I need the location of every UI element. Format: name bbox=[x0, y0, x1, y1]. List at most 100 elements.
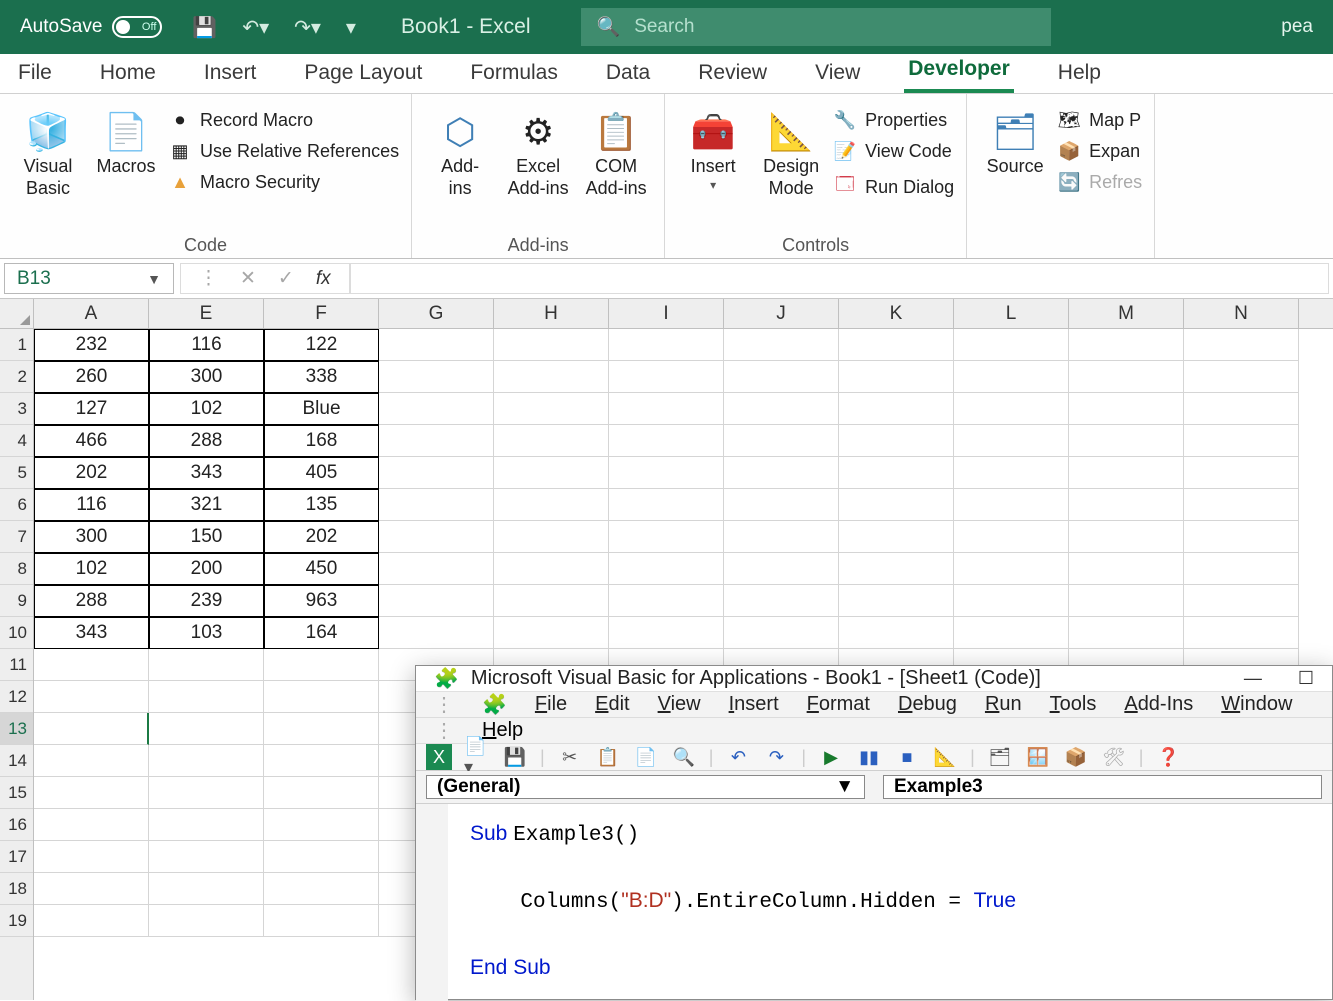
cell[interactable] bbox=[839, 617, 954, 649]
cell[interactable] bbox=[1069, 329, 1184, 361]
cell[interactable] bbox=[34, 809, 149, 841]
cell[interactable] bbox=[954, 585, 1069, 617]
row-header[interactable]: 14 bbox=[0, 745, 33, 777]
cell[interactable]: 102 bbox=[149, 393, 264, 425]
cell[interactable] bbox=[954, 361, 1069, 393]
cell[interactable] bbox=[379, 521, 494, 553]
row-header[interactable]: 2 bbox=[0, 361, 33, 393]
help-icon[interactable]: ❓ bbox=[1155, 744, 1181, 770]
column-header[interactable]: M bbox=[1069, 299, 1184, 328]
row-header[interactable]: 19 bbox=[0, 905, 33, 937]
cell[interactable]: 127 bbox=[34, 393, 149, 425]
cell[interactable] bbox=[1069, 361, 1184, 393]
cell[interactable] bbox=[264, 905, 379, 937]
cell[interactable] bbox=[1184, 393, 1299, 425]
cell[interactable] bbox=[839, 553, 954, 585]
excel-addins-button[interactable]: ⚙ExcelAdd-ins bbox=[502, 104, 574, 199]
cell[interactable] bbox=[34, 713, 149, 745]
cancel-icon[interactable]: ✕ bbox=[240, 267, 256, 290]
fx-icon[interactable]: fx bbox=[316, 268, 331, 290]
cell[interactable] bbox=[1184, 553, 1299, 585]
map-properties-button[interactable]: 🗺Map P bbox=[1057, 110, 1141, 131]
cell[interactable]: Blue bbox=[264, 393, 379, 425]
cell[interactable] bbox=[34, 841, 149, 873]
cell[interactable] bbox=[1069, 585, 1184, 617]
cell[interactable] bbox=[954, 489, 1069, 521]
cell[interactable] bbox=[724, 521, 839, 553]
vba-menu-edit[interactable]: Edit bbox=[595, 693, 629, 716]
cell[interactable] bbox=[494, 553, 609, 585]
tab-insert[interactable]: Insert bbox=[200, 55, 261, 93]
cell[interactable]: 232 bbox=[34, 329, 149, 361]
cell[interactable]: 239 bbox=[149, 585, 264, 617]
cell[interactable] bbox=[1069, 457, 1184, 489]
cell[interactable] bbox=[839, 361, 954, 393]
cell[interactable] bbox=[954, 329, 1069, 361]
tab-home[interactable]: Home bbox=[96, 55, 160, 93]
cell[interactable] bbox=[609, 425, 724, 457]
cell[interactable] bbox=[494, 361, 609, 393]
name-box[interactable]: B13 ▼ bbox=[4, 263, 174, 294]
run-icon[interactable]: ▶ bbox=[818, 744, 844, 770]
code-editor[interactable]: Sub Example3() Columns("B:D").EntireColu… bbox=[416, 804, 1332, 1001]
column-header[interactable]: G bbox=[379, 299, 494, 328]
cell[interactable] bbox=[839, 521, 954, 553]
paste-icon[interactable]: 📄 bbox=[633, 744, 659, 770]
cell[interactable]: 260 bbox=[34, 361, 149, 393]
row-header[interactable]: 10 bbox=[0, 617, 33, 649]
cell[interactable] bbox=[609, 585, 724, 617]
cell[interactable] bbox=[609, 521, 724, 553]
cell[interactable] bbox=[494, 329, 609, 361]
cell[interactable] bbox=[609, 553, 724, 585]
vba-titlebar[interactable]: 🧩 Microsoft Visual Basic for Application… bbox=[416, 666, 1332, 692]
cell[interactable] bbox=[264, 713, 379, 745]
vba-menu-file[interactable]: File bbox=[535, 693, 567, 716]
cell[interactable] bbox=[724, 489, 839, 521]
cell[interactable] bbox=[1184, 489, 1299, 521]
cell[interactable] bbox=[724, 329, 839, 361]
cell[interactable] bbox=[839, 329, 954, 361]
row-header[interactable]: 18 bbox=[0, 873, 33, 905]
chevron-down-icon[interactable]: ▼ bbox=[147, 271, 161, 287]
view-code-button[interactable]: 📝View Code bbox=[833, 141, 952, 162]
row-header[interactable]: 5 bbox=[0, 457, 33, 489]
cell[interactable] bbox=[494, 457, 609, 489]
cell[interactable] bbox=[149, 745, 264, 777]
cell[interactable] bbox=[1184, 329, 1299, 361]
column-header[interactable]: F bbox=[264, 299, 379, 328]
com-addins-button[interactable]: 📋COMAdd-ins bbox=[580, 104, 652, 199]
cell[interactable] bbox=[34, 873, 149, 905]
find-icon[interactable]: 🔍 bbox=[671, 744, 697, 770]
cell[interactable] bbox=[264, 873, 379, 905]
cell[interactable]: 116 bbox=[34, 489, 149, 521]
cell[interactable] bbox=[609, 617, 724, 649]
cell[interactable]: 164 bbox=[264, 617, 379, 649]
cell[interactable] bbox=[839, 489, 954, 521]
macros-button[interactable]: 📄 Macros bbox=[90, 104, 162, 178]
cell[interactable] bbox=[264, 809, 379, 841]
cell[interactable] bbox=[1069, 617, 1184, 649]
addins-button[interactable]: ⬡Add-ins bbox=[424, 104, 496, 199]
cell[interactable] bbox=[609, 489, 724, 521]
cell[interactable] bbox=[1184, 585, 1299, 617]
cell[interactable] bbox=[379, 489, 494, 521]
cell[interactable] bbox=[839, 457, 954, 489]
cell[interactable] bbox=[149, 841, 264, 873]
undo-icon[interactable]: ↶ bbox=[725, 744, 751, 770]
cell[interactable] bbox=[379, 393, 494, 425]
redo-icon[interactable]: ↷ bbox=[763, 744, 789, 770]
properties-window-icon[interactable]: 🪟 bbox=[1025, 744, 1051, 770]
cell[interactable]: 200 bbox=[149, 553, 264, 585]
cell[interactable] bbox=[264, 745, 379, 777]
cell[interactable] bbox=[34, 649, 149, 681]
cell[interactable] bbox=[379, 553, 494, 585]
copy-icon[interactable]: 📋 bbox=[595, 744, 621, 770]
cell[interactable]: 405 bbox=[264, 457, 379, 489]
cell[interactable] bbox=[149, 713, 264, 745]
design-icon[interactable]: 📐 bbox=[932, 744, 958, 770]
cell[interactable] bbox=[1069, 489, 1184, 521]
run-dialog-button[interactable]: 🗔Run Dialog bbox=[833, 172, 954, 202]
row-header[interactable]: 3 bbox=[0, 393, 33, 425]
cell[interactable] bbox=[149, 809, 264, 841]
row-header[interactable]: 4 bbox=[0, 425, 33, 457]
